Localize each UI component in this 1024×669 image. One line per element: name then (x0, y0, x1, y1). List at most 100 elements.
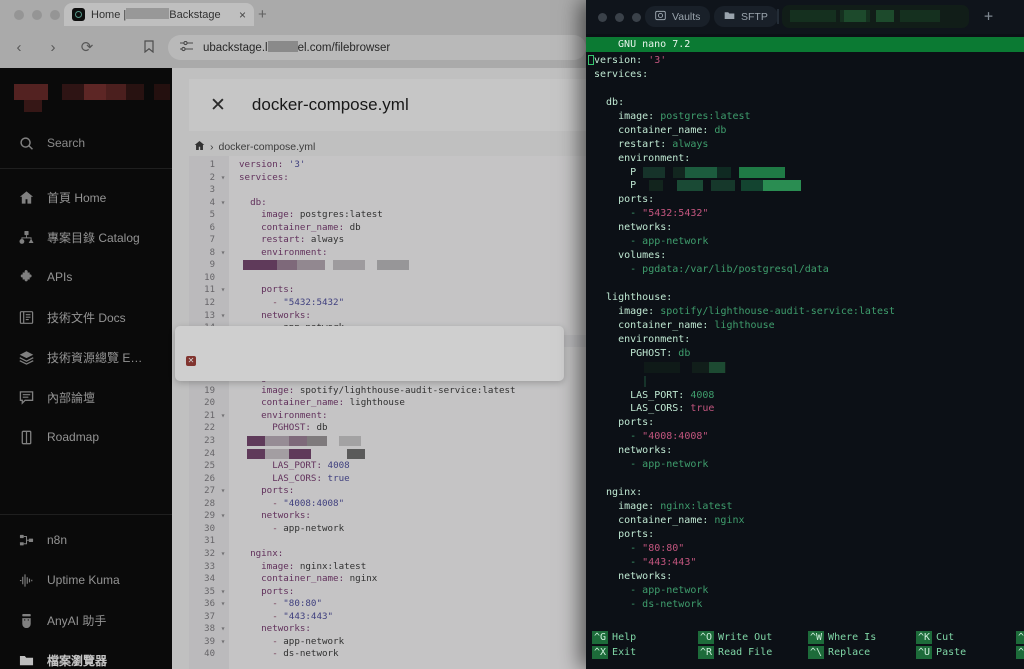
redacted-block (685, 166, 717, 178)
sidebar-item-apis[interactable]: APIs (0, 257, 172, 297)
terminal-line: container_name: nginx (594, 514, 745, 526)
code-line: 9 (189, 259, 600, 272)
fold-toggle[interactable]: ▾ (217, 410, 229, 423)
fold-toggle[interactable] (217, 422, 229, 435)
nano-shortcut[interactable]: ^U Paste (916, 646, 966, 659)
fold-toggle[interactable] (217, 272, 229, 285)
sidebar-item-explore[interactable]: 技術資源總覽 E… (0, 337, 172, 377)
backstage-logo[interactable] (14, 82, 170, 112)
fold-toggle[interactable] (217, 159, 229, 172)
fold-toggle[interactable] (217, 648, 229, 661)
code-line: 36 ▾ - "80:80" (189, 598, 600, 611)
nano-shortcut[interactable]: ^K Cut (916, 631, 954, 644)
fold-toggle[interactable] (217, 259, 229, 272)
close-window-button[interactable] (14, 10, 24, 20)
nano-shortcut[interactable]: ^O Write Out (698, 631, 772, 644)
nano-shortcut[interactable]: ^JJu (1016, 646, 1024, 659)
fold-toggle[interactable]: ▾ (217, 172, 229, 185)
fold-toggle[interactable]: ▾ (217, 284, 229, 297)
nano-shortcut[interactable]: ^W Where Is (808, 631, 876, 644)
code-text: db: (239, 196, 267, 208)
fold-toggle[interactable] (217, 498, 229, 511)
sidebar-item-label: AnyAI 助手 (47, 613, 107, 628)
line-number: 31 (204, 536, 215, 547)
address-bar[interactable]: ubackstage.l el.com/filebrowser (168, 35, 586, 60)
terminal-line: - pgdata:/var/lib/postgresql/data (594, 264, 829, 276)
terminal-line: db: (594, 96, 625, 108)
line-number: 40 (204, 649, 215, 660)
fold-toggle[interactable]: ▾ (217, 197, 229, 210)
bookmark-icon[interactable] (143, 40, 155, 56)
sidebar-item-docs[interactable]: 技術文件 Docs (0, 297, 172, 337)
code-viewer[interactable]: 1 version: '3' 2 ▾ services: 3 4 ▾ db: 5 image: … (189, 156, 600, 669)
nano-shortcut[interactable]: ^R Read File (698, 646, 772, 659)
code-line: 11 ▾ ports: (189, 284, 600, 297)
fold-toggle[interactable]: ▾ (217, 623, 229, 636)
fold-toggle[interactable]: ▾ (217, 586, 229, 599)
back-button[interactable]: ‹ (10, 39, 28, 56)
line-number: 7 (209, 235, 215, 246)
reload-button[interactable]: ⟳ (78, 39, 96, 56)
fold-toggle[interactable] (217, 397, 229, 410)
fold-toggle[interactable] (217, 611, 229, 624)
fold-toggle[interactable] (217, 222, 229, 235)
nano-editor-buffer[interactable]: version: '3' services: db: image: postgre… (586, 52, 1024, 617)
maximize-window-button[interactable] (50, 10, 60, 20)
fold-toggle[interactable]: ▾ (217, 636, 229, 649)
home-icon[interactable] (194, 140, 205, 154)
nano-shortcut[interactable]: ^G Help (592, 631, 636, 644)
sidebar-item-uptime-kuma[interactable]: Uptime Kuma (0, 560, 172, 600)
fold-toggle[interactable] (217, 385, 229, 398)
fold-toggle[interactable] (217, 535, 229, 548)
window-traffic-lights[interactable] (14, 10, 60, 20)
fold-toggle[interactable]: ▾ (217, 598, 229, 611)
nano-shortcut[interactable]: ^TEx (1016, 631, 1024, 644)
terminal-close-button[interactable] (598, 13, 607, 22)
close-tab-button[interactable]: × (239, 8, 246, 22)
code-text: LAS_CORS: true (239, 472, 350, 484)
sftp-button[interactable]: SFTP (714, 6, 778, 27)
fold-toggle[interactable] (217, 448, 229, 461)
sidebar-item-n8n[interactable]: n8n (0, 520, 172, 560)
terminal-traffic-lights[interactable] (598, 13, 641, 22)
sidebar-item-roadmap[interactable]: Roadmap (0, 417, 172, 457)
terminal-maximize-button[interactable] (632, 13, 641, 22)
fold-toggle[interactable] (217, 209, 229, 222)
fold-toggle[interactable] (217, 297, 229, 310)
fold-toggle[interactable] (217, 184, 229, 197)
fold-toggle[interactable] (217, 573, 229, 586)
close-file-button[interactable]: ✕ (210, 94, 226, 117)
fold-toggle[interactable] (217, 234, 229, 247)
fold-toggle[interactable]: ▾ (217, 548, 229, 561)
robot-icon (19, 613, 34, 628)
minimize-window-button[interactable] (32, 10, 42, 20)
code-text: container_name: db (239, 221, 361, 233)
new-terminal-tab-button[interactable]: + (984, 7, 993, 25)
sidebar-item-filebrowser[interactable]: 檔案瀏覽器 (0, 640, 172, 669)
forward-button[interactable]: › (44, 39, 62, 56)
terminal-minimize-button[interactable] (615, 13, 624, 22)
fold-toggle[interactable] (217, 523, 229, 536)
address-bar-url: ubackstage.l el.com/filebrowser (203, 41, 391, 54)
fold-toggle[interactable]: ▾ (217, 485, 229, 498)
sidebar-item-catalog[interactable]: 專案目錄 Catalog (0, 217, 172, 257)
fold-toggle[interactable] (217, 473, 229, 486)
new-tab-button[interactable]: + (258, 6, 267, 23)
fold-toggle[interactable] (217, 561, 229, 574)
nano-shortcut[interactable]: ^X Exit (592, 646, 636, 659)
sidebar-item-home[interactable]: 首頁 Home (0, 177, 172, 217)
fold-toggle[interactable]: ▾ (217, 510, 229, 523)
sidebar-item-forum[interactable]: 內部論壇 (0, 377, 172, 417)
sidebar-search[interactable]: Search (0, 126, 172, 160)
site-settings-icon[interactable] (180, 40, 193, 55)
browser-tab[interactable]: Home | Backstage × (64, 3, 254, 26)
fold-toggle[interactable]: ▾ (217, 310, 229, 323)
fold-toggle[interactable] (217, 460, 229, 473)
nano-shortcut[interactable]: ^\ Replace (808, 646, 870, 659)
vaults-button[interactable]: Vaults (645, 6, 711, 27)
fold-toggle[interactable]: ▾ (217, 247, 229, 260)
fold-toggle[interactable] (217, 435, 229, 448)
terminal-session-tab[interactable] (782, 5, 969, 28)
sidebar-item-anyai[interactable]: AnyAI 助手 (0, 600, 172, 640)
error-marker-icon[interactable]: ✕ (186, 356, 196, 366)
